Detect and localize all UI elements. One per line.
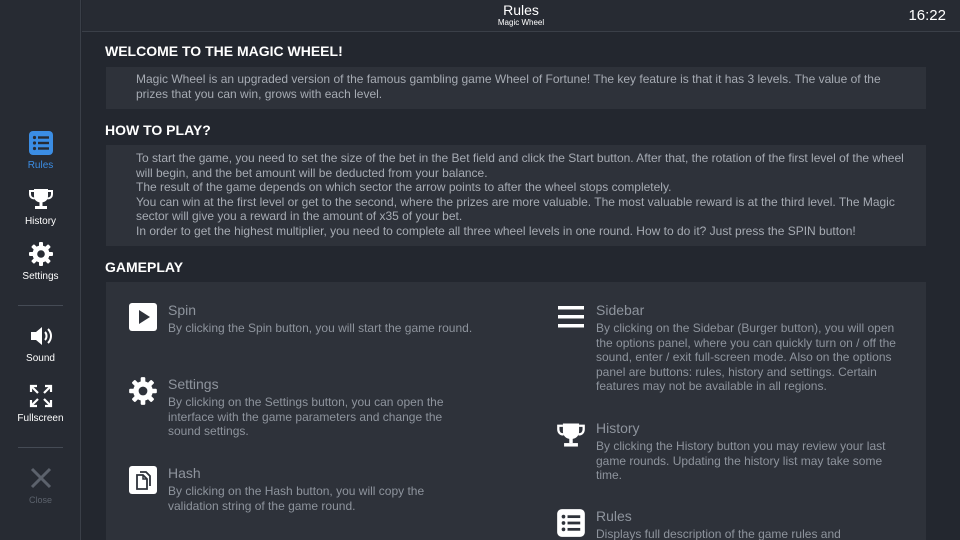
sidebar-item-label: Settings (22, 271, 59, 282)
header-bar: Rules Magic Wheel 16:22 (82, 0, 960, 32)
speaker-icon (30, 327, 52, 345)
page-subtitle: Magic Wheel (497, 18, 545, 27)
rules-list-icon (28, 131, 53, 155)
clock: 16:22 (908, 7, 946, 24)
sidebar-divider (18, 447, 63, 448)
gameplay-item-title: Settings (168, 376, 219, 392)
trophy-icon (28, 189, 53, 209)
play-icon (129, 303, 157, 331)
copy-icon (129, 466, 157, 494)
gameplay-item-title: Hash (168, 465, 201, 481)
welcome-heading: WELCOME TO THE MAGIC WHEEL! (105, 43, 343, 59)
how-to-play-line: To start the game, you need to set the s… (136, 151, 904, 180)
sidebar-item-close[interactable]: Close (0, 465, 81, 506)
gameplay-item-desc: By clicking on the Settings button, you … (168, 395, 444, 439)
sidebar-item-label: Rules (27, 160, 54, 171)
gameplay-item-desc: By clicking the History button you may r… (596, 439, 886, 483)
trophy-icon (557, 423, 585, 447)
gameplay-item-desc: By clicking on the Sidebar (Burger butto… (596, 321, 896, 394)
sidebar-item-label: Sound (26, 353, 55, 364)
gameplay-item-settings: Settings By clicking on the Settings but… (128, 376, 468, 446)
how-to-play-line: The result of the game depends on which … (136, 180, 672, 195)
how-to-play-text: To start the game, you need to set the s… (106, 145, 926, 246)
gear-icon (28, 242, 53, 266)
gameplay-item-title: Rules (596, 508, 632, 524)
gameplay-item-desc: By clicking on the Hash button, you will… (168, 484, 425, 513)
rules-list-icon (557, 509, 585, 537)
gameplay-item-sidebar: Sidebar By clicking on the Sidebar (Burg… (556, 302, 896, 397)
how-to-play-line: You can win at the first level or get to… (136, 194, 895, 224)
gameplay-item-hash: Hash By clicking on the Hash button, you… (128, 465, 468, 525)
gameplay-item-desc: Displays full description of the game ru… (596, 527, 841, 540)
sidebar: Rules History Settings Sound Fullscreen … (0, 0, 81, 540)
gameplay-item-spin: Spin By clicking the Spin button, you wi… (128, 302, 472, 362)
sidebar-divider (18, 305, 63, 306)
welcome-text: Magic Wheel is an upgraded version of th… (106, 67, 926, 109)
sidebar-item-label: Close (28, 495, 52, 505)
close-icon (30, 467, 51, 489)
sidebar-item-fullscreen[interactable]: Fullscreen (0, 383, 81, 424)
sidebar-item-label: History (24, 216, 57, 227)
gameplay-item-history: History By clicking the History button y… (556, 420, 896, 482)
page-title: Rules (503, 2, 539, 18)
sidebar-item-rules[interactable]: Rules (0, 130, 81, 171)
gameplay-item-title: Sidebar (596, 302, 645, 318)
gear-icon (129, 377, 157, 405)
sidebar-item-label: Fullscreen (17, 413, 64, 424)
sidebar-item-sound[interactable]: Sound (0, 323, 81, 364)
gameplay-heading: GAMEPLAY (105, 259, 184, 275)
gameplay-item-title: History (596, 420, 640, 436)
gameplay-item-title: Spin (168, 302, 197, 318)
burger-menu-icon (558, 306, 584, 328)
gameplay-item-rules: Rules Displays full description of the g… (556, 508, 896, 540)
sidebar-item-history[interactable]: History (0, 186, 81, 227)
fullscreen-icon (29, 384, 52, 408)
gameplay-panel: Spin By clicking the Spin button, you wi… (106, 282, 926, 540)
sidebar-item-settings[interactable]: Settings (0, 241, 81, 282)
how-to-play-heading: HOW TO PLAY? (105, 122, 211, 138)
gameplay-item-desc: By clicking the Spin button, you will st… (168, 321, 473, 335)
how-to-play-line: In order to get the highest multiplier, … (136, 223, 856, 238)
rules-content[interactable]: WELCOME TO THE MAGIC WHEEL! Magic Wheel … (82, 33, 960, 540)
